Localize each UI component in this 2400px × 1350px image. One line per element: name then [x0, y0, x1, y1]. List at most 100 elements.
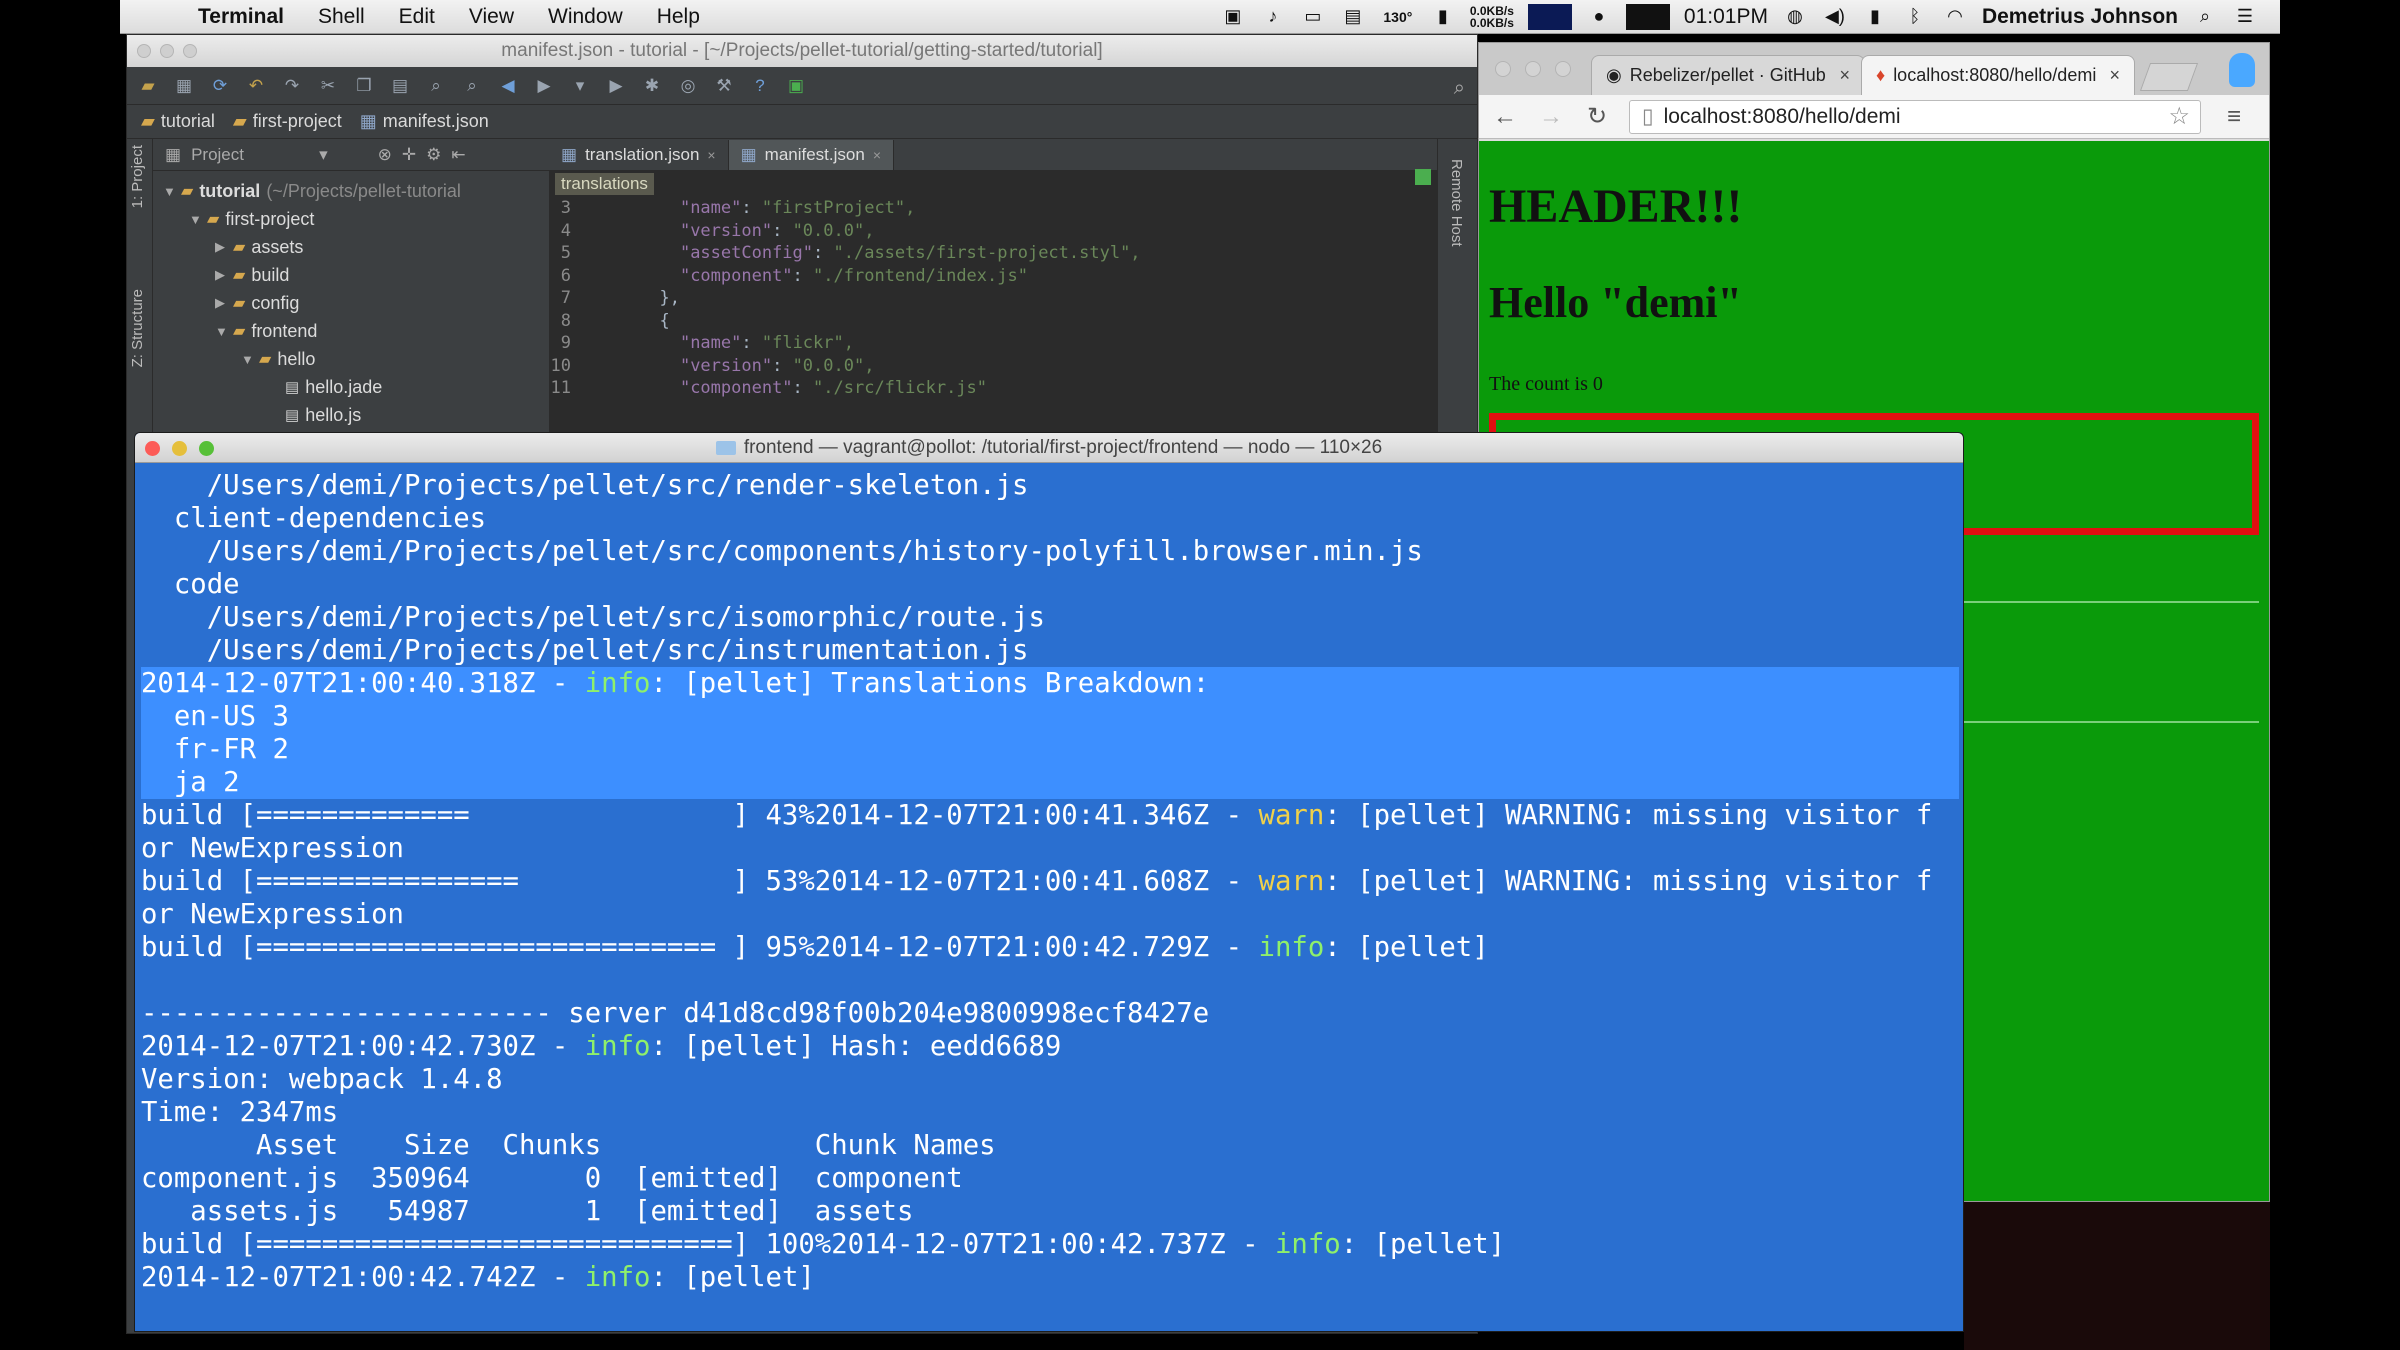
spotlight-search-icon[interactable]: ⌕ [2192, 6, 2218, 27]
code-editor[interactable]: 3 "name": "firstProject", 4 "version": "0… [549, 197, 1439, 400]
terminal-titlebar[interactable]: frontend — vagrant@pollot: /tutorial/fir… [135, 433, 1963, 463]
close-button[interactable] [1495, 61, 1511, 77]
new-tab-button[interactable] [2139, 63, 2199, 91]
volume-icon[interactable]: ◀) [1822, 6, 1848, 27]
back-icon[interactable]: ◀ [497, 75, 519, 97]
cut-icon[interactable]: ✂ [317, 75, 339, 97]
menu-window[interactable]: Window [548, 5, 623, 29]
zoom-button[interactable] [183, 44, 197, 58]
tree-item[interactable]: ▼ ▰ tutorial (~/Projects/pellet-tutorial [153, 177, 549, 205]
ide-search-icon[interactable]: ⌕ [1454, 77, 1465, 100]
hide-panel-icon[interactable]: ⇤ [451, 145, 465, 165]
copy-icon[interactable]: ❐ [353, 75, 375, 97]
tree-item[interactable]: ▶ ▰ assets [153, 233, 549, 261]
battery-icon[interactable]: ▮ [1862, 6, 1888, 27]
collapse-all-icon[interactable]: ✛ [402, 145, 416, 165]
tree-item[interactable]: ▼ ▰ hello [153, 345, 549, 373]
close-tab-icon[interactable]: × [707, 147, 715, 163]
menu-edit[interactable]: Edit [399, 5, 435, 29]
run-icon[interactable]: ▶ [605, 75, 627, 97]
tree-item[interactable]: ▼ ▰ first-project [153, 205, 549, 233]
back-arrow-icon[interactable]: ← [1491, 103, 1519, 131]
json-path-label[interactable]: translations [555, 173, 654, 195]
user-name[interactable]: Demetrius Johnson [1982, 5, 2178, 29]
tool-window-project[interactable]: 1: Project [129, 145, 146, 208]
bell-icon[interactable]: ♪ [1260, 6, 1286, 27]
dropdown-arrow-icon[interactable]: ▾ [319, 145, 328, 165]
plugin-icon[interactable]: ▣ [785, 75, 807, 97]
menu-shell[interactable]: Shell [318, 5, 365, 29]
inspection-ok-indicator[interactable] [1415, 169, 1431, 185]
expanded-arrow-icon[interactable]: ▼ [189, 212, 207, 227]
expanded-arrow-icon[interactable]: ▼ [163, 184, 181, 199]
hamburger-menu-icon[interactable]: ≡ [2227, 103, 2257, 131]
open-folder-icon[interactable]: ▰ [137, 75, 159, 97]
browser-tab-localhost[interactable]: ♦ localhost:8080/hello/demi × [1861, 55, 2135, 95]
panel-settings-icon[interactable]: ⚙ [426, 145, 441, 165]
scroll-from-source-icon[interactable]: ⊗ [378, 145, 392, 165]
project-view-selector[interactable]: Project [191, 145, 309, 165]
expanded-arrow-icon[interactable]: ▼ [215, 324, 233, 339]
tree-item[interactable]: ▤ hello.jade [153, 373, 549, 401]
profile-avatar[interactable] [2229, 53, 2255, 87]
paste-icon[interactable]: ▤ [389, 75, 411, 97]
globe-icon[interactable]: ◍ [1782, 6, 1808, 27]
tool-window-structure[interactable]: Z: Structure [129, 289, 146, 367]
tree-item[interactable]: ▶ ▰ config [153, 289, 549, 317]
disk-icon[interactable]: ● [1586, 6, 1612, 27]
wifi-icon[interactable]: ◠ [1942, 6, 1968, 27]
temperature-readout[interactable]: 130° [1380, 7, 1416, 27]
ide-titlebar[interactable]: manifest.json - tutorial - [~/Projects/p… [127, 35, 1477, 67]
sync-icon[interactable]: ⟳ [209, 75, 231, 97]
cpu-graph-icon[interactable] [1527, 3, 1572, 30]
menu-help[interactable]: Help [657, 5, 700, 29]
bluetooth-icon[interactable]: ᛒ [1902, 6, 1928, 27]
breadcrumb-manifest[interactable]: ▦ manifest.json [360, 111, 489, 132]
phone-icon[interactable]: ▮ [1430, 6, 1456, 27]
breadcrumb-first-project[interactable]: ▰ first-project [233, 111, 342, 132]
menu-app[interactable]: Terminal [198, 5, 284, 29]
close-button[interactable] [137, 44, 151, 58]
collapsed-arrow-icon[interactable]: ▶ [215, 239, 233, 255]
tab-translation-json[interactable]: ▦ translation.json × [549, 140, 729, 170]
undo-icon[interactable]: ↶ [245, 75, 267, 97]
settings-icon[interactable]: ⚒ [713, 75, 735, 97]
tab-manifest-json[interactable]: ▦ manifest.json × [728, 140, 895, 170]
coverage-icon[interactable]: ◎ [677, 75, 699, 97]
save-icon[interactable]: ▦ [173, 75, 195, 97]
bookmark-star-icon[interactable]: ☆ [2168, 102, 2190, 131]
memory-graph-icon[interactable] [1625, 3, 1670, 30]
camera-icon[interactable]: ▣ [1220, 6, 1246, 27]
minimize-button[interactable] [1525, 61, 1541, 77]
help-icon[interactable]: ? [749, 75, 771, 97]
browser-tab-github[interactable]: ◉ Rebelizer/pellet · GitHub × [1591, 55, 1865, 95]
tool-window-remote-host[interactable]: Remote Host [1448, 159, 1465, 247]
collapsed-arrow-icon[interactable]: ▶ [215, 267, 233, 283]
close-tab-icon[interactable]: × [2109, 65, 2120, 86]
menu-view[interactable]: View [469, 5, 514, 29]
reload-icon[interactable]: ↻ [1583, 102, 1611, 131]
tree-item[interactable]: ▶ ▰ build [153, 261, 549, 289]
notification-center-icon[interactable]: ☰ [2232, 6, 2258, 27]
battery-meter-icon[interactable]: ▤ [1340, 6, 1366, 27]
tree-item[interactable]: ▼ ▰ frontend [153, 317, 549, 345]
address-bar[interactable]: ▯ localhost:8080/hello/demi ☆ [1629, 99, 2201, 134]
find-icon[interactable]: ⌕ [425, 75, 447, 97]
network-speed[interactable]: 0.0KB/s 0.0KB/s [1470, 5, 1514, 29]
breadcrumb-tutorial[interactable]: ▰ tutorial [141, 111, 215, 132]
terminal-output[interactable]: /Users/demi/Projects/pellet/src/render-s… [135, 463, 1963, 1294]
close-tab-icon[interactable]: × [1839, 65, 1850, 86]
redo-icon[interactable]: ↷ [281, 75, 303, 97]
close-button[interactable] [145, 441, 160, 456]
zoom-button[interactable] [1555, 61, 1571, 77]
replace-icon[interactable]: ⌕ [461, 75, 483, 97]
minimize-button[interactable] [172, 441, 187, 456]
zoom-button[interactable] [199, 441, 214, 456]
collapsed-arrow-icon[interactable]: ▶ [215, 295, 233, 311]
airplay-icon[interactable]: ▭ [1300, 6, 1326, 27]
close-tab-icon[interactable]: × [873, 147, 881, 163]
forward-arrow-icon[interactable]: → [1537, 103, 1565, 131]
debug-icon[interactable]: ✱ [641, 75, 663, 97]
minimize-button[interactable] [160, 44, 174, 58]
tree-item[interactable]: ▤ hello.js [153, 401, 549, 429]
